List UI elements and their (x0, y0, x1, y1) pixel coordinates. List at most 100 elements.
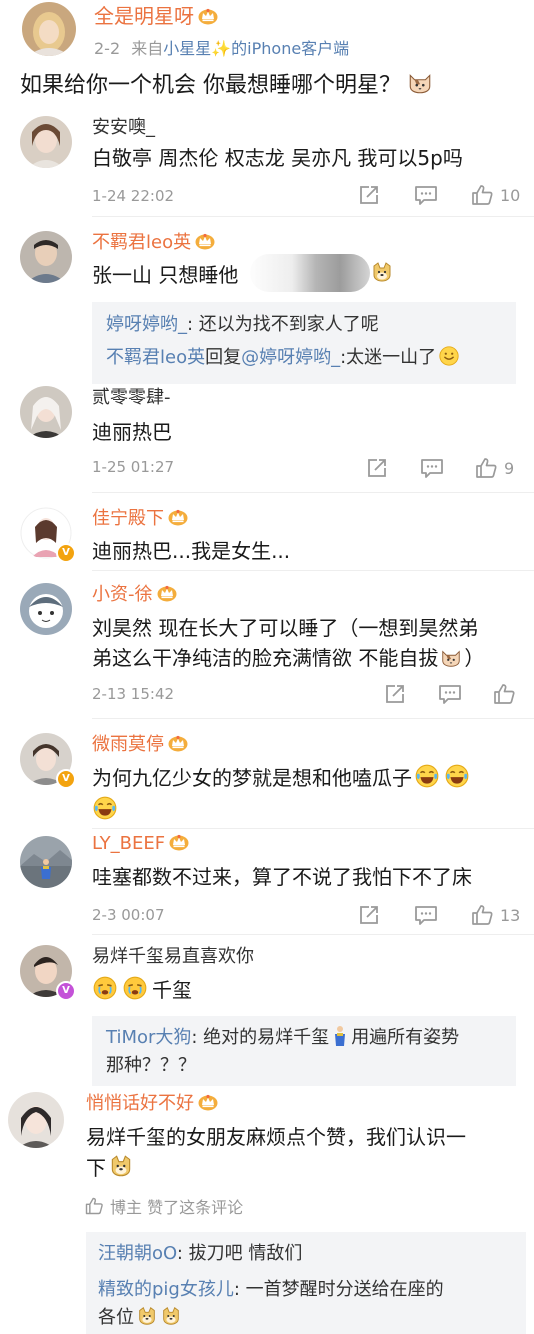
reply-text: : 一首梦醒时分送给在座的 (233, 1279, 444, 1300)
share-icon[interactable] (358, 184, 380, 206)
reply-username[interactable]: 精致的pig女孩儿 (98, 1279, 234, 1300)
comment-text: 白敬亭 周杰伦 权志龙 吴亦凡 我可以5p吗 (92, 146, 463, 170)
thumbs-up-icon (470, 183, 494, 207)
reply-username[interactable]: 婷呀婷哟_ (106, 314, 187, 335)
reply-text: : 绝对的易烊千玺 (191, 1027, 330, 1048)
crown-vip-icon (168, 508, 188, 526)
reply-text: :太迷一山了 (340, 347, 437, 368)
post-author-name[interactable]: 全是明星呀 (94, 4, 218, 28)
comment-icon[interactable] (414, 184, 438, 206)
post-time: 2-2 (94, 39, 121, 58)
verified-badge-icon: V (56, 981, 76, 1001)
blurred-content (250, 254, 370, 292)
crown-vip-icon (157, 584, 177, 602)
comment-actions (384, 682, 516, 706)
post-meta: 2-2 来自小星星✨的iPhone客户端 (94, 35, 349, 59)
thumbs-up-icon[interactable] (492, 682, 516, 706)
comment-username-vip[interactable]: 不羁君leo英 (92, 231, 215, 255)
divider (92, 492, 534, 493)
like-count: 9 (504, 458, 515, 478)
reply-item[interactable]: 婷呀婷哟_: 还以为找不到家人了呢 (106, 311, 379, 339)
comment-icon[interactable] (420, 457, 444, 479)
reply-target[interactable]: @婷呀婷哟_ (241, 347, 340, 368)
divider (92, 934, 534, 935)
doge-emoji-icon (136, 1305, 158, 1327)
post-author-name-text: 全是明星呀 (94, 4, 194, 28)
like-count: 10 (500, 185, 521, 205)
reply-username[interactable]: TiMor大狗 (106, 1027, 191, 1048)
reply-item[interactable]: 不羁君leo英回复@婷呀婷哟_:太迷一山了 (106, 344, 460, 372)
comment-text-content: 千玺 (152, 978, 192, 1002)
doge-emoji-icon (160, 1305, 182, 1327)
comment-username[interactable]: 安安噢_ (92, 116, 155, 140)
crown-vip-icon (168, 734, 188, 752)
comment-username-vip[interactable]: 佳宁殿下 (92, 507, 188, 531)
reply-text: : 拔刀吧 情敌们 (176, 1243, 303, 1264)
comment-text: 迪丽热巴 (92, 420, 172, 444)
laugh-cry-emoji-icon (444, 763, 470, 789)
reply-text: : 还以为找不到家人了呢 (187, 314, 379, 335)
crown-vip-icon (198, 7, 218, 25)
comment-time: 1-25 01:27 (92, 458, 175, 476)
divider (92, 570, 534, 571)
comment-username: 微雨莫停 (92, 734, 164, 755)
smile-emoji-icon (438, 345, 460, 367)
share-icon[interactable] (358, 904, 380, 926)
comment-text-end: ） (464, 646, 485, 670)
avatar[interactable] (8, 1092, 64, 1148)
doge-emoji-icon (108, 1153, 134, 1179)
reply-text-2: 各位 (98, 1307, 134, 1328)
avatar[interactable] (20, 116, 72, 168)
comment-actions: 9 (366, 456, 514, 480)
comment-text: 张一山 只想睡他 (92, 260, 238, 290)
comment-username[interactable]: 易烊千玺易直喜欢你 (92, 945, 254, 969)
comment-text-line-2-content: 弟这么干净纯洁的脸充满情欲 不能自拔 (92, 646, 439, 670)
post-author-avatar[interactable] (22, 2, 76, 56)
like-button[interactable]: 13 (470, 903, 520, 927)
reply-item[interactable]: 精致的pig女孩儿: 一首梦醒时分送给在座的 (98, 1276, 444, 1304)
share-icon[interactable] (366, 457, 388, 479)
reply-item[interactable]: 汪朝朝oO: 拔刀吧 情敌们 (98, 1240, 302, 1268)
comment-icon[interactable] (438, 683, 462, 705)
like-button[interactable]: 10 (470, 183, 520, 207)
thumbs-up-icon (84, 1196, 104, 1216)
avatar[interactable] (20, 386, 72, 438)
cry-face-emoji-icon (92, 975, 118, 1001)
divider (92, 718, 534, 719)
crown-vip-icon (169, 833, 189, 851)
comment-text: 千玺 (92, 975, 192, 1005)
reply-item-continued: 那种？？？ (106, 1055, 196, 1076)
crown-vip-icon (195, 232, 215, 250)
post-content-text: 如果给你一个机会 你最想睡哪个明星？ (20, 73, 401, 98)
comment-username-vip[interactable]: 小资-徐 (92, 583, 177, 607)
post-content: 如果给你一个机会 你最想睡哪个明星？ (20, 70, 433, 102)
liked-by-author: 博主 赞了这条评论 (84, 1194, 243, 1218)
comment-username[interactable]: 贰零零肆- (92, 386, 171, 410)
comment-text: 为何九亿少女的梦就是想和他嗑瓜子 (92, 763, 470, 793)
comment-text: 迪丽热巴...我是女生... (92, 539, 291, 563)
reply-username[interactable]: 不羁君leo英 (106, 347, 205, 368)
comment-username-vip[interactable]: 悄悄话好不好 (86, 1092, 218, 1116)
reply-username[interactable]: 汪朝朝oO (98, 1243, 177, 1264)
comment-username: LY_BEEF (92, 833, 166, 854)
like-button[interactable]: 9 (474, 456, 514, 480)
comment-username: 悄悄话好不好 (86, 1093, 194, 1114)
cry-face-emoji-icon (122, 975, 148, 1001)
cat-emoji-icon (407, 70, 433, 96)
comment-username-vip[interactable]: LY_BEEF (92, 832, 189, 856)
comment-username: 不羁君leo英 (92, 232, 192, 253)
avatar[interactable] (20, 231, 72, 283)
avatar[interactable] (20, 836, 72, 888)
comment-text-line-1: 易烊千玺的女朋友麻烦点个赞，我们认识一 (86, 1125, 466, 1149)
post-source-link[interactable]: 小星星✨的iPhone客户端 (163, 39, 349, 58)
reply-item[interactable]: TiMor大狗: 绝对的易烊千玺 用遍所有姿势 (106, 1024, 459, 1052)
share-icon[interactable] (384, 683, 406, 705)
comment-icon[interactable] (414, 904, 438, 926)
like-count: 13 (500, 905, 521, 925)
comment-text-line-2: 下 (86, 1153, 134, 1183)
comment-text-line-1: 刘昊然 现在长大了可以睡了（一想到昊然弟 (92, 616, 479, 640)
comment-username: 小资-徐 (92, 584, 153, 605)
comment-username-vip[interactable]: 微雨莫停 (92, 733, 188, 757)
avatar[interactable] (20, 583, 72, 635)
reply-text-2: 用遍所有姿势 (351, 1027, 460, 1048)
